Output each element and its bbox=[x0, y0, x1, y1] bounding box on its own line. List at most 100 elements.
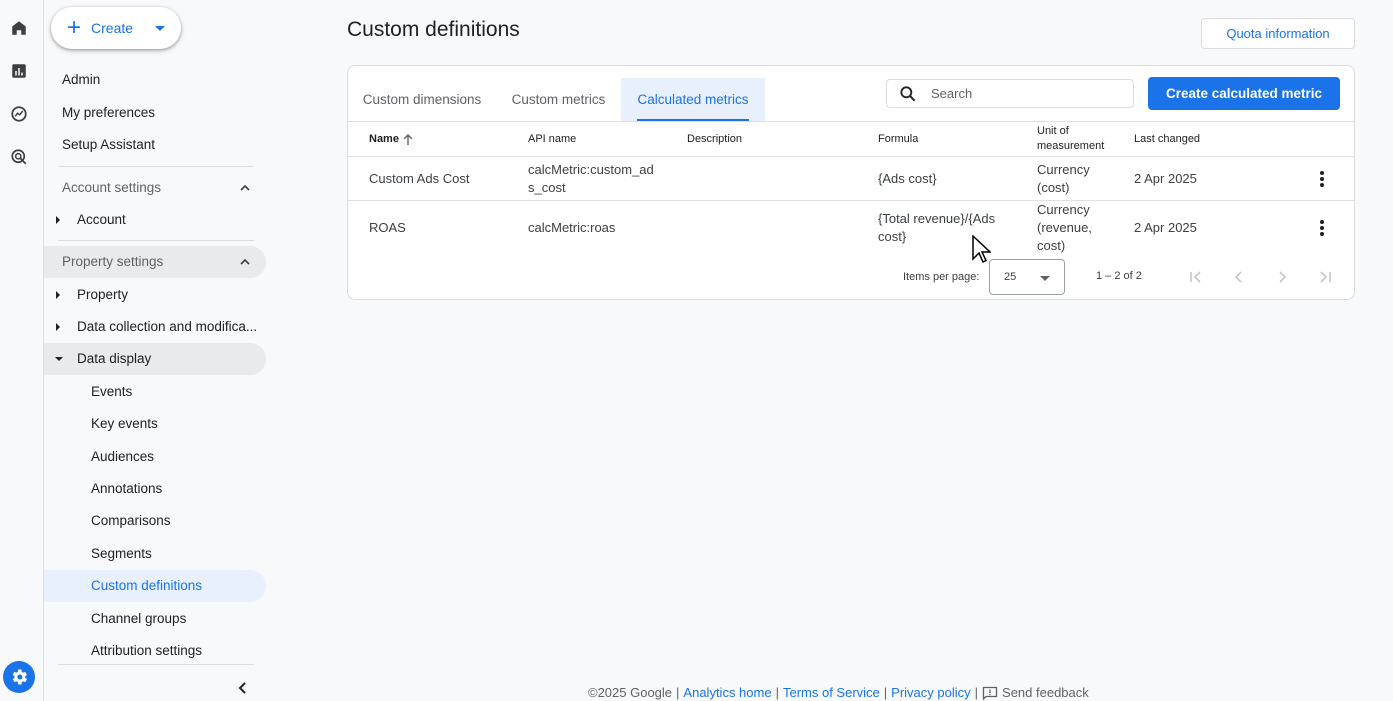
expand-arrow-icon[interactable] bbox=[56, 216, 60, 224]
explore-icon[interactable] bbox=[9, 104, 29, 124]
gear-icon[interactable] bbox=[3, 661, 35, 693]
divider bbox=[58, 240, 254, 241]
terms-of-service-link[interactable]: Terms of Service bbox=[783, 685, 880, 700]
chevron-up-icon[interactable] bbox=[240, 183, 250, 193]
cell-api-name: calcMetric:custom_ad s_cost bbox=[528, 161, 654, 197]
table-row[interactable]: ROAS calcMetric:roas {Total revenue}/{Ad… bbox=[348, 201, 1354, 255]
tab-custom-dimensions[interactable]: Custom dimensions bbox=[348, 78, 496, 121]
items-per-page-label: Items per page: bbox=[903, 271, 980, 283]
cell-formula: {Ads cost} bbox=[878, 171, 937, 186]
cell-unit: Currency (cost) bbox=[1037, 161, 1090, 197]
cell-name: ROAS bbox=[369, 220, 406, 235]
last-page-icon[interactable] bbox=[1317, 269, 1333, 285]
column-label: measurement bbox=[1037, 140, 1105, 152]
nav-key-events[interactable]: Key events bbox=[91, 416, 158, 431]
nav-segments[interactable]: Segments bbox=[91, 546, 152, 561]
tab-label: Calculated metrics bbox=[637, 92, 749, 107]
cell-line: Currency bbox=[1037, 162, 1090, 177]
divider bbox=[58, 166, 254, 167]
cell-line: (cost) bbox=[1037, 180, 1070, 195]
chevron-left-icon[interactable] bbox=[236, 681, 250, 695]
nav-setup-assistant[interactable]: Setup Assistant bbox=[62, 137, 155, 152]
collapse-arrow-icon[interactable] bbox=[55, 357, 63, 361]
nav-admin[interactable]: Admin bbox=[62, 72, 100, 87]
nav-attribution-settings[interactable]: Attribution settings bbox=[91, 643, 202, 658]
tab-calculated-metrics[interactable]: Calculated metrics bbox=[621, 78, 765, 121]
more-options-icon[interactable] bbox=[1320, 220, 1324, 236]
page-size-value: 25 bbox=[1004, 271, 1017, 283]
nav-events[interactable]: Events bbox=[91, 384, 132, 399]
cell-line: cost) bbox=[1037, 238, 1066, 253]
cell-line: {Total revenue}/{Ads bbox=[878, 211, 996, 226]
nav-account[interactable]: Account bbox=[77, 212, 126, 227]
section-property-settings[interactable]: Property settings bbox=[62, 254, 163, 269]
quota-information-button[interactable]: Quota information bbox=[1201, 18, 1355, 49]
plus-icon: + bbox=[67, 14, 82, 41]
search-icon bbox=[900, 86, 916, 102]
privacy-policy-link[interactable]: Privacy policy bbox=[891, 685, 970, 700]
column-header-name[interactable]: Name bbox=[369, 132, 413, 147]
definitions-card: Custom dimensions Custom metrics Calcula… bbox=[347, 65, 1355, 300]
reports-icon[interactable] bbox=[9, 61, 29, 81]
section-account-settings[interactable]: Account settings bbox=[62, 180, 161, 195]
page-size-select[interactable]: 25 bbox=[989, 259, 1065, 295]
admin-sidebar: + Create Admin My preferences Setup Assi… bbox=[44, 0, 274, 701]
nav-my-preferences[interactable]: My preferences bbox=[62, 105, 155, 120]
previous-page-icon[interactable] bbox=[1231, 269, 1247, 285]
divider bbox=[58, 664, 254, 665]
cell-last-changed: 2 Apr 2025 bbox=[1134, 171, 1197, 186]
more-options-icon[interactable] bbox=[1320, 171, 1324, 187]
column-header-unit[interactable]: Unit of measurement bbox=[1037, 124, 1104, 154]
chevron-up-icon[interactable] bbox=[240, 257, 250, 267]
search-input[interactable] bbox=[931, 86, 1121, 101]
column-header-last-changed[interactable]: Last changed bbox=[1134, 132, 1200, 147]
first-page-icon[interactable] bbox=[1188, 269, 1204, 285]
column-header-description[interactable]: Description bbox=[687, 132, 742, 147]
footer: ©2025 Google | Analytics home | Terms of… bbox=[588, 685, 1089, 700]
tab-custom-metrics[interactable]: Custom metrics bbox=[496, 78, 621, 121]
column-header-api-name[interactable]: API name bbox=[528, 132, 576, 147]
expand-arrow-icon[interactable] bbox=[56, 323, 60, 331]
cell-api-name: calcMetric:roas bbox=[528, 220, 616, 235]
nav-property[interactable]: Property bbox=[77, 287, 128, 302]
search-box[interactable] bbox=[886, 79, 1134, 108]
pagination-range: 1 – 2 of 2 bbox=[1096, 270, 1142, 282]
advertising-icon[interactable] bbox=[9, 147, 29, 167]
cell-line: (revenue, bbox=[1037, 220, 1092, 235]
cell-line: s_cost bbox=[528, 180, 566, 195]
copyright: ©2025 Google bbox=[588, 685, 673, 700]
send-feedback-link[interactable]: Send feedback bbox=[1002, 685, 1089, 700]
create-label: Create bbox=[91, 20, 134, 36]
next-page-icon[interactable] bbox=[1274, 269, 1290, 285]
cell-line: calcMetric:custom_ad bbox=[528, 162, 654, 177]
sort-arrow-up-icon bbox=[403, 134, 413, 145]
analytics-home-link[interactable]: Analytics home bbox=[683, 685, 771, 700]
cell-unit: Currency (revenue, cost) bbox=[1037, 201, 1092, 255]
cell-name: Custom Ads Cost bbox=[369, 171, 470, 186]
home-icon[interactable] bbox=[9, 18, 29, 38]
nav-annotations[interactable]: Annotations bbox=[91, 481, 162, 496]
nav-comparisons[interactable]: Comparisons bbox=[91, 513, 171, 528]
nav-audiences[interactable]: Audiences bbox=[91, 449, 154, 464]
create-calculated-metric-button[interactable]: Create calculated metric bbox=[1148, 77, 1340, 110]
cell-last-changed: 2 Apr 2025 bbox=[1134, 220, 1197, 235]
table-row[interactable]: Custom Ads Cost calcMetric:custom_ad s_c… bbox=[348, 157, 1354, 201]
nav-data-collection[interactable]: Data collection and modifica... bbox=[77, 319, 257, 334]
column-header-formula[interactable]: Formula bbox=[878, 132, 918, 147]
nav-data-display[interactable]: Data display bbox=[77, 351, 151, 366]
cell-line: Currency bbox=[1037, 202, 1090, 217]
page-title: Custom definitions bbox=[347, 18, 520, 41]
separator: | bbox=[775, 685, 779, 700]
mouse-cursor-icon bbox=[972, 235, 991, 264]
left-rail bbox=[0, 0, 44, 701]
nav-custom-definitions[interactable]: Custom definitions bbox=[91, 578, 202, 593]
feedback-icon[interactable] bbox=[982, 686, 998, 700]
create-button[interactable]: + Create bbox=[51, 7, 181, 49]
column-label: Unit of bbox=[1037, 125, 1069, 137]
caret-down-icon bbox=[1040, 276, 1050, 281]
caret-down-icon bbox=[155, 26, 165, 31]
table-header: Name API name Description Formula Unit o… bbox=[348, 121, 1354, 157]
expand-arrow-icon[interactable] bbox=[56, 291, 60, 299]
nav-channel-groups[interactable]: Channel groups bbox=[91, 611, 186, 626]
column-label: Name bbox=[369, 133, 399, 145]
